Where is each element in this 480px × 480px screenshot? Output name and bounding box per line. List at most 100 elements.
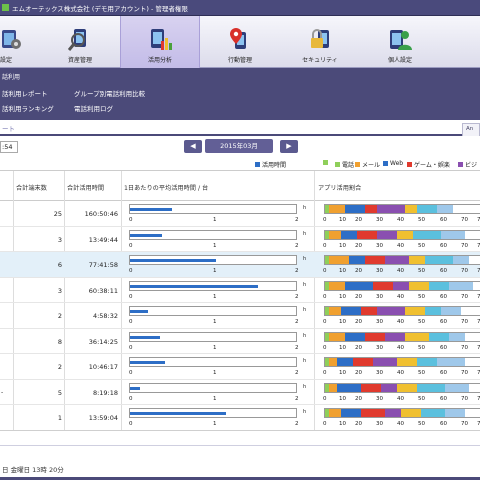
legend-swatch [323, 160, 328, 165]
table-row[interactable]: 677:41:58h01201020304050607075 [0, 252, 480, 278]
cell-device-count: 25 [53, 210, 62, 218]
footer: 日 金曜日 13時 20分 [0, 430, 480, 480]
table-row[interactable]: 24:58:32h01201020304050607075 [0, 303, 480, 329]
app-ratio-segment [405, 205, 417, 213]
header-app-ratio[interactable]: アプリ活用割合 [318, 183, 361, 192]
avg-time-bar [129, 382, 297, 393]
axis-tick-label: 30 [376, 370, 383, 376]
avg-time-bar-fill [130, 361, 165, 364]
app-ratio-bar [324, 382, 480, 393]
app-ratio-segment [429, 281, 449, 290]
app-ratio-segment [373, 281, 393, 290]
app-ratio-segment [425, 256, 453, 264]
axis-tick-label: 70 [461, 370, 468, 376]
legend-label: ゲーム・娯楽 [414, 162, 450, 169]
chart-legend: 活用時間 電話 メール Web ゲーム・娯楽 ビジ [0, 159, 480, 169]
tab-an[interactable]: An [462, 123, 480, 136]
subnav-link-phone-log[interactable]: 電話利用ログ [74, 103, 113, 113]
axis-tick-label: 0 [129, 395, 133, 402]
axis-tick-label: 2 [295, 319, 299, 325]
axis-tick-label: 1 [213, 268, 217, 274]
header-avg-time[interactable]: 1日あたりの平均活用時間 / 台 [124, 183, 208, 192]
axis-tick-label: 60 [440, 319, 447, 325]
app-ratio-segment [381, 383, 397, 392]
nav-asset-management[interactable]: 資産管理 [40, 16, 120, 68]
app-ratio-bar [324, 408, 480, 418]
axis-tick-label: 40 [397, 344, 404, 351]
window-title: エムオーテックス株式会社 (デモ用アカウント) - 管理者権限 [12, 4, 188, 13]
avg-time-bar [129, 280, 297, 291]
unit-label: h [303, 383, 307, 390]
table-row[interactable]: -58:19:18h01201020304050607075 [0, 380, 480, 405]
app-ratio-axis: 01020304050607075 [321, 345, 480, 353]
time-display: :54 [0, 141, 18, 153]
axis-tick-label: 0 [129, 370, 133, 376]
asset-search-icon [67, 26, 92, 52]
axis-tick-label: 0 [129, 268, 133, 274]
avg-time-bar-fill [130, 259, 217, 262]
avg-time-bar [129, 229, 297, 240]
month-selector[interactable]: 2015年03月 [205, 139, 273, 153]
header-total-time[interactable]: 合計活用時間 [67, 183, 104, 192]
avg-time-bar-fill [130, 310, 149, 313]
axis-tick-label: 30 [376, 421, 383, 427]
app-ratio-axis: 01020304050607075 [321, 319, 480, 327]
app-ratio-segment [445, 409, 465, 417]
axis-tick-label: 30 [376, 268, 383, 274]
prev-month-button[interactable]: ◀ [184, 140, 202, 153]
header-device-count[interactable]: 合計端末数 [16, 183, 47, 192]
nav-settings[interactable]: 設定 [0, 16, 40, 68]
subnav-link-group-comparison[interactable]: グループ別電話利用比較 [74, 88, 145, 98]
nav-security[interactable]: セキュリティ [280, 16, 360, 68]
next-month-button[interactable]: ▶ [280, 140, 298, 153]
table-body: 25160:50:46h01201020304050607075313:49:4… [0, 201, 480, 431]
subnav-link-phone-ranking[interactable]: 話利用ランキング [2, 103, 74, 113]
avg-time-bar-fill [130, 386, 140, 390]
cell-device-count: 2 [57, 363, 62, 371]
legend-swatch [458, 162, 463, 167]
app-ratio-segment [413, 230, 441, 239]
table-row[interactable]: 210:46:17h01201020304050607075 [0, 354, 480, 380]
cell-total-time: 8:19:18 [92, 388, 118, 397]
axis-tick-label: 70 [461, 395, 468, 402]
table-row[interactable]: 836:14:25h01201020304050607075 [0, 329, 480, 354]
avg-time-axis: 0 1 2 [127, 268, 303, 276]
app-ratio-segment [357, 230, 377, 239]
axis-tick-label: 1 [213, 217, 217, 223]
axis-tick-label: 20 [355, 370, 362, 376]
nav-usage-analysis[interactable]: 活用分析 [120, 16, 200, 68]
page-title: ート [2, 125, 15, 133]
nav-behavior-management[interactable]: 行動管理 [200, 16, 280, 68]
app-ratio-segment [373, 358, 397, 366]
app-ratio-segment [349, 256, 365, 264]
axis-tick-label: 10 [339, 242, 346, 249]
axis-tick-label: 2 [295, 268, 299, 274]
axis-tick-label: 0 [323, 217, 327, 223]
axis-tick-label: 70 [461, 421, 468, 427]
axis-tick-label: 0 [323, 319, 327, 325]
row-marker: - [1, 388, 4, 396]
subnav-link-phone-report[interactable]: 話利用レポート [2, 88, 74, 98]
table-row[interactable]: 25160:50:46h01201020304050607075 [0, 201, 480, 227]
personal-settings-icon [388, 26, 412, 52]
axis-tick-label: 10 [339, 217, 346, 223]
axis-tick-label: 0 [323, 268, 327, 274]
table-row[interactable]: 113:59:04h01201020304050607075 [0, 405, 480, 431]
axis-tick-label: 1 [213, 395, 217, 402]
footer-divider [0, 445, 480, 446]
main-nav: 設定 資産管理 活用分析 行動管理 セキュリティ 個人設定 [0, 16, 480, 68]
axis-tick-label: 50 [418, 217, 425, 223]
nav-personal-settings[interactable]: 個人設定 [360, 16, 440, 68]
table-row[interactable]: 360:38:11h01201020304050607075 [0, 278, 480, 303]
app-ratio-segment [393, 281, 409, 290]
app-ratio-segment [337, 358, 353, 366]
avg-time-bar [129, 255, 297, 265]
avg-time-axis: 0 1 2 [127, 319, 303, 327]
app-logo-icon [2, 4, 9, 11]
table-row[interactable]: 313:49:44h01201020304050607075 [0, 227, 480, 252]
axis-tick-label: 0 [323, 421, 327, 427]
axis-tick-label: 0 [323, 293, 327, 300]
unit-label: h [303, 358, 307, 364]
unit-label: h [303, 409, 307, 415]
cell-device-count: 8 [57, 337, 62, 346]
